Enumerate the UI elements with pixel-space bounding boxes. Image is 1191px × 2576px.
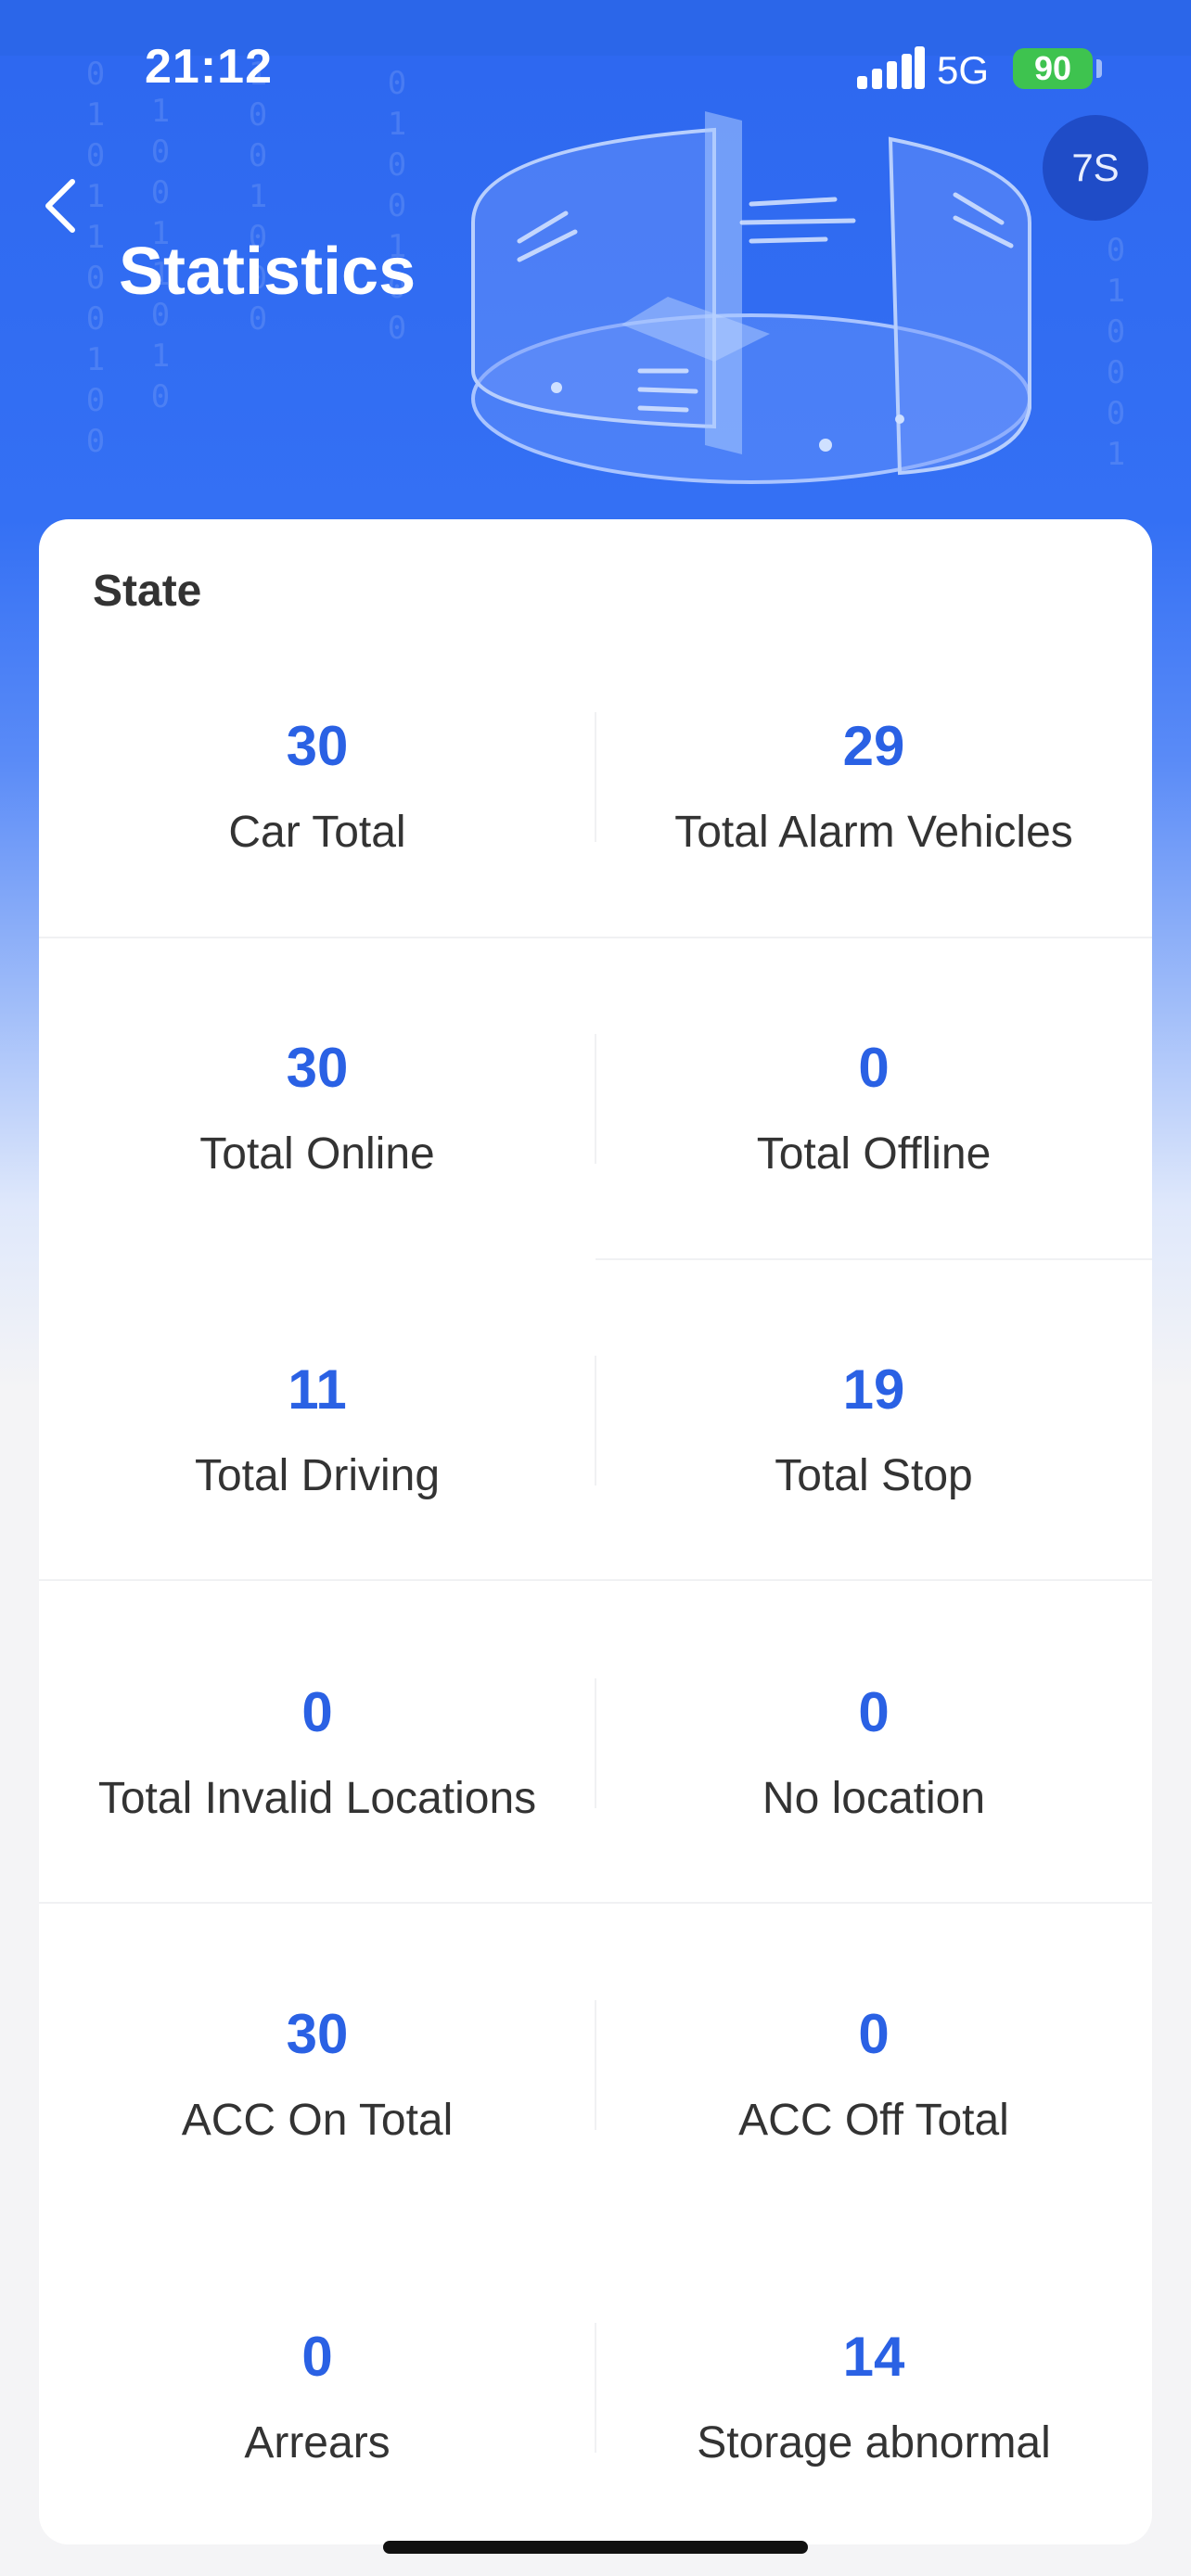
stat-value: 11: [288, 1358, 347, 1421]
stat-label: Total Online: [199, 1129, 435, 1179]
divider: [595, 2000, 596, 2130]
network-type: 5G: [937, 48, 990, 92]
stat-value: 30: [286, 1037, 349, 1099]
battery-tip: [1096, 59, 1102, 78]
status-time: 21:12: [145, 40, 273, 94]
data-ring-illustration: [471, 111, 1031, 484]
status-bar: 21:12 5G 90: [0, 0, 1191, 139]
stat-value: 0: [858, 2003, 890, 2065]
stat-value: 19: [842, 1358, 905, 1421]
battery-icon: 90: [1013, 48, 1093, 89]
cellular-signal-icon: [857, 46, 925, 89]
stat-value: 29: [842, 715, 905, 777]
stat-label: ACC Off Total: [738, 2096, 1009, 2145]
divider: [595, 2323, 596, 2453]
stat-label: Car Total: [228, 808, 406, 857]
stat-value: 14: [842, 2326, 905, 2388]
stat-label: Total Invalid Locations: [97, 1774, 537, 1823]
divider: [595, 1678, 596, 1808]
divider: [595, 1034, 596, 1164]
back-button[interactable]: [41, 176, 78, 236]
state-card: State 30 Car Total 29 Total Alarm Vehicl…: [39, 519, 1152, 2544]
home-indicator: [383, 2541, 808, 2554]
binary-pattern: 010001: [1097, 232, 1134, 477]
page-title: Statistics: [119, 235, 416, 309]
avatar[interactable]: 7S: [1043, 115, 1148, 221]
stat-value: 30: [286, 715, 349, 777]
chevron-left-icon: [45, 179, 75, 233]
stat-value: 0: [301, 1681, 333, 1743]
stat-value: 0: [858, 1681, 890, 1743]
stat-value: 30: [286, 2003, 349, 2065]
stat-label: ACC On Total: [181, 2096, 454, 2145]
stat-label: Total Stop: [775, 1451, 973, 1500]
divider: [39, 1579, 1152, 1581]
stat-label: Total Alarm Vehicles: [674, 808, 1073, 857]
stat-label: Arrears: [244, 2418, 391, 2468]
stat-label: No location: [762, 1774, 986, 1823]
stat-value: 0: [301, 2326, 333, 2388]
stat-label: Total Driving: [194, 1451, 441, 1500]
divider: [596, 1258, 1152, 1260]
stat-label: Storage abnormal: [697, 2418, 1051, 2468]
stat-value: 0: [858, 1037, 890, 1099]
stat-label: Total Offline: [756, 1129, 992, 1179]
divider: [595, 1356, 596, 1486]
card-title: State: [93, 567, 202, 616]
divider: [39, 937, 1152, 938]
battery-level: 90: [1033, 49, 1072, 87]
divider: [39, 1902, 1152, 1904]
divider: [595, 712, 596, 842]
